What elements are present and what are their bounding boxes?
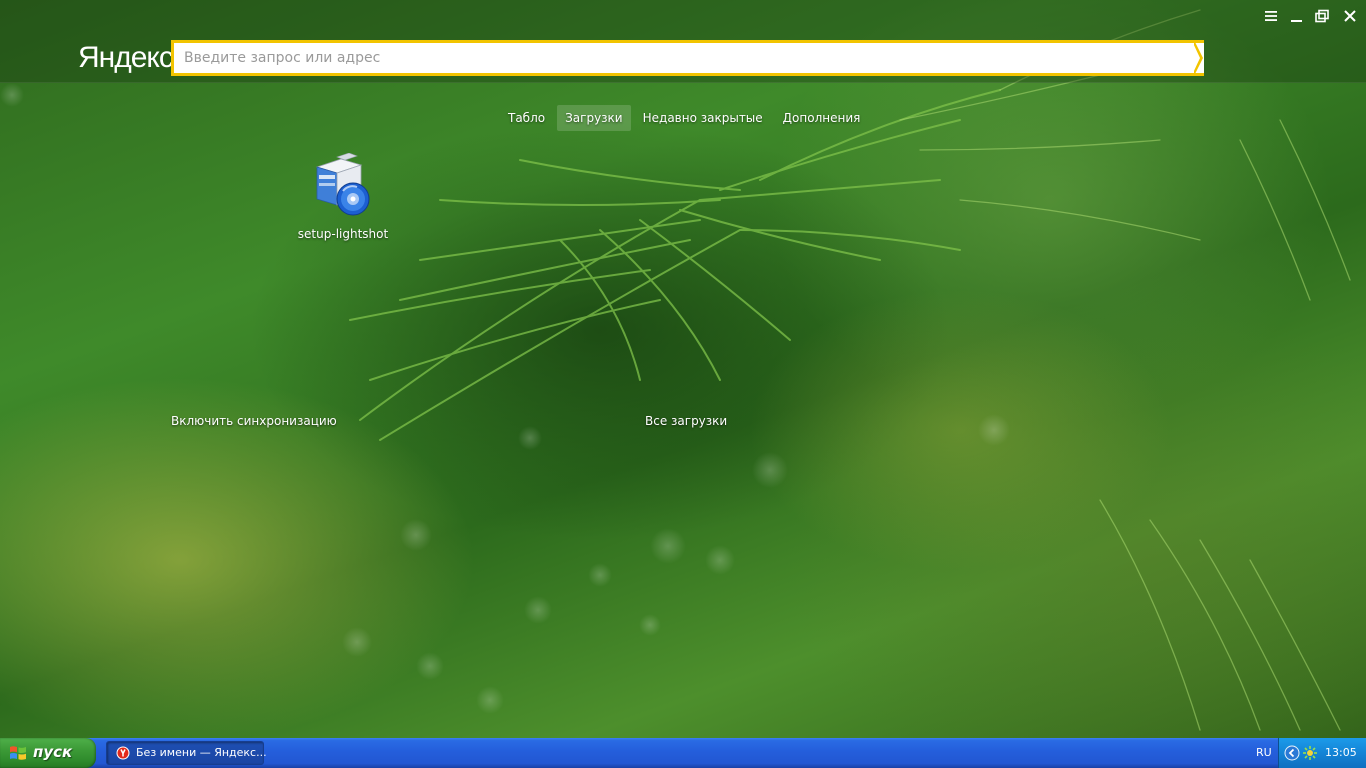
hamburger-icon: [1265, 11, 1277, 21]
restore-button[interactable]: [1312, 6, 1332, 26]
clock: 13:05: [1325, 746, 1357, 759]
windows-flag-icon: [10, 746, 26, 760]
tab-recently-closed[interactable]: Недавно закрытые: [635, 105, 771, 131]
omnibox[interactable]: [171, 40, 1205, 76]
start-label: пуск: [33, 743, 73, 761]
start-button[interactable]: пуск: [0, 738, 96, 768]
minimize-button[interactable]: [1286, 6, 1306, 26]
close-icon: [1344, 10, 1356, 22]
new-tab-nav: Табло Загрузки Недавно закрытые Дополнен…: [500, 105, 868, 131]
enable-sync-link[interactable]: Включить синхронизацию: [171, 414, 337, 428]
installer-box-disc-icon: [315, 153, 370, 216]
minimize-icon: [1291, 20, 1302, 22]
taskbar-item-label: Без имени — Яндекс...: [136, 746, 267, 759]
tab-extensions[interactable]: Дополнения: [775, 105, 869, 131]
restore-icon: [1315, 9, 1329, 23]
close-button[interactable]: [1340, 6, 1360, 26]
search-input[interactable]: [171, 40, 1204, 76]
taskbar-item-yandex-browser[interactable]: Без имени — Яндекс...: [106, 741, 267, 765]
yandex-browser-icon: [116, 746, 130, 760]
show-hidden-icons-icon[interactable]: [1284, 745, 1300, 761]
hamburger-menu-button[interactable]: [1261, 6, 1281, 26]
system-tray: 13:05: [1278, 738, 1366, 768]
tab-downloads[interactable]: Загрузки: [557, 105, 631, 131]
download-item[interactable]: setup-lightshot: [292, 150, 394, 246]
omnibox-arrow-fill: [1193, 43, 1200, 73]
browser-window: Яндекс Введите запрос или адрес Табло За…: [0, 0, 1366, 768]
taskbar: пуск Без имени — Яндекс... RU 13:05: [0, 738, 1366, 768]
tab-tablo[interactable]: Табло: [500, 105, 553, 131]
download-filename: setup-lightshot: [297, 227, 389, 241]
browser-top-bar: Яндекс: [0, 0, 1366, 83]
yandex-logo[interactable]: Яндекс: [78, 40, 174, 76]
all-downloads-link[interactable]: Все загрузки: [645, 414, 727, 428]
language-indicator[interactable]: RU: [1256, 746, 1272, 759]
tray-app-icon[interactable]: [1302, 745, 1318, 761]
